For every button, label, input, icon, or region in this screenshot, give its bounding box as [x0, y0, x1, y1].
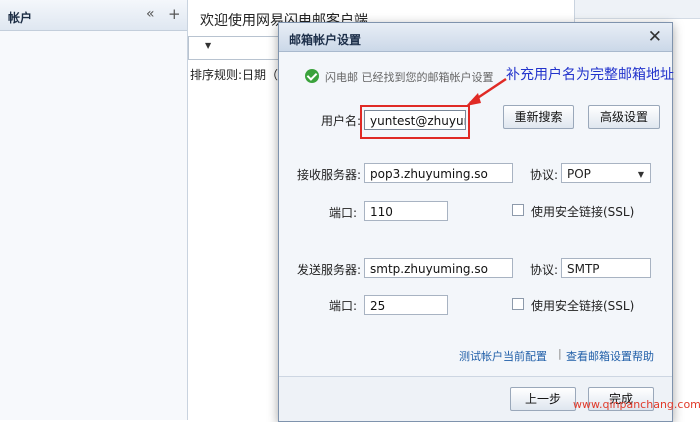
incoming-ssl-label: 使用安全链接(SSL)	[531, 205, 635, 219]
incoming-ssl-checkbox[interactable]	[512, 204, 524, 216]
outgoing-ssl-checkbox[interactable]	[512, 298, 524, 310]
link-separator: |	[558, 347, 562, 360]
outgoing-protocol-value: SMTP	[567, 262, 600, 276]
research-button[interactable]: 重新搜索	[503, 105, 574, 129]
right-panel-header	[575, 0, 700, 19]
advanced-settings-button[interactable]: 高级设置	[588, 105, 660, 129]
outgoing-server-label: 发送服务器:	[297, 263, 362, 277]
chevron-down-icon: ▼	[205, 41, 212, 50]
sidebar-header: 帐户 « +	[0, 0, 187, 31]
username-label: 用户名:	[321, 114, 362, 128]
sidebar-title: 帐户	[8, 11, 33, 25]
watermark: www.qinpanchang.com	[573, 398, 700, 411]
outgoing-port-field[interactable]: 25	[364, 295, 448, 315]
highlight-box	[360, 105, 470, 139]
account-sidebar: 帐户 « +	[0, 0, 188, 420]
close-icon[interactable]: ✕	[648, 27, 662, 47]
dialog-title: 邮箱帐户设置	[289, 33, 362, 47]
incoming-port-field[interactable]: 110	[364, 201, 448, 221]
collapse-icon[interactable]: «	[146, 6, 155, 22]
add-account-icon[interactable]: +	[168, 5, 181, 23]
check-icon	[305, 69, 319, 83]
outgoing-server-field[interactable]: smtp.zhuyuming.so	[364, 258, 513, 278]
folder-dropdown[interactable]: ▼	[188, 36, 280, 60]
outgoing-ssl-label: 使用安全链接(SSL)	[531, 299, 635, 313]
sort-rule-label: 排序规则:日期（升	[190, 68, 291, 82]
help-link[interactable]: 查看邮箱设置帮助	[566, 348, 654, 364]
chevron-down-icon: ▼	[637, 170, 644, 179]
outgoing-protocol-field[interactable]: SMTP	[561, 258, 651, 278]
incoming-protocol-select[interactable]: POP ▼	[561, 163, 651, 183]
annotation-text: 补充用户名为完整邮箱地址	[506, 67, 674, 83]
incoming-port-label: 端口:	[329, 206, 358, 220]
outgoing-port-label: 端口:	[329, 299, 358, 313]
dialog-titlebar: 邮箱帐户设置 ✕	[279, 23, 672, 52]
incoming-server-label: 接收服务器:	[297, 168, 362, 182]
test-account-link[interactable]: 测试帐户当前配置	[459, 348, 547, 364]
incoming-protocol-label: 协议:	[530, 168, 559, 182]
previous-button[interactable]: 上一步	[510, 387, 576, 411]
incoming-protocol-value: POP	[567, 167, 591, 181]
status-text: 闪电邮 已经找到您的邮箱帐户设置	[325, 71, 494, 84]
outgoing-protocol-label: 协议:	[530, 263, 559, 277]
incoming-server-field[interactable]: pop3.zhuyuming.so	[364, 163, 513, 183]
